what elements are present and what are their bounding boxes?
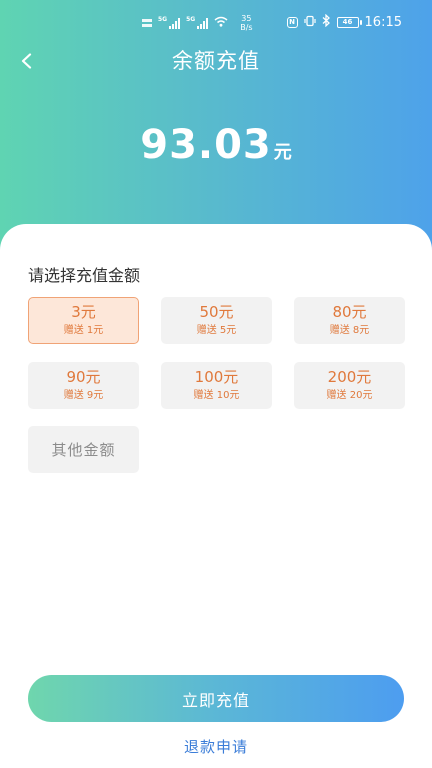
bonus-prefix: 赠送 bbox=[63, 325, 84, 336]
option-amount: 80元 bbox=[332, 303, 367, 321]
recharge-option-80[interactable]: 80元 赠送 8元 bbox=[294, 297, 405, 344]
status-time: 16:15 bbox=[364, 15, 402, 30]
recharge-card: 请选择充值金额 3元 赠送 1元 50元 赠送 5元 80元 赠送 8元 90元… bbox=[0, 224, 432, 768]
balance-unit: 元 bbox=[273, 142, 292, 163]
nfc-icon: N bbox=[286, 17, 298, 28]
sim1-tag: 5G bbox=[158, 16, 168, 23]
other-amount-label: 其他金额 bbox=[51, 441, 116, 459]
recharge-option-100[interactable]: 100元 赠送 10元 bbox=[161, 362, 272, 409]
bonus-value: 20元 bbox=[349, 390, 373, 401]
recharge-option-90[interactable]: 90元 赠送 9元 bbox=[28, 362, 139, 409]
bonus-value: 10元 bbox=[216, 390, 240, 401]
option-bonus: 赠送 8元 bbox=[330, 323, 370, 338]
option-amount: 200元 bbox=[327, 368, 372, 386]
refund-request-link[interactable]: 退款申请 bbox=[0, 736, 432, 757]
bonus-value: 9元 bbox=[86, 390, 104, 401]
balance-amount: 93.03 bbox=[140, 122, 272, 168]
option-bonus: 赠送 1元 bbox=[64, 323, 104, 338]
recharge-now-button[interactable]: 立即充值 bbox=[28, 675, 404, 722]
net-speed-value: 35 bbox=[241, 14, 252, 23]
recharge-option-3[interactable]: 3元 赠送 1元 bbox=[28, 297, 139, 344]
bonus-prefix: 赠送 bbox=[193, 390, 214, 401]
bonus-value: 8元 bbox=[352, 325, 370, 336]
recharge-option-200[interactable]: 200元 赠送 20元 bbox=[294, 362, 405, 409]
option-amount: 50元 bbox=[199, 303, 234, 321]
bluetooth-icon bbox=[322, 13, 331, 31]
bonus-prefix: 赠送 bbox=[196, 325, 217, 336]
chevron-left-icon bbox=[21, 53, 32, 69]
wifi-icon bbox=[214, 16, 228, 31]
section-title: 请选择充值金额 bbox=[28, 266, 141, 285]
hd-indicator-icon bbox=[142, 19, 152, 27]
option-amount: 3元 bbox=[71, 303, 96, 321]
bonus-prefix: 赠送 bbox=[326, 390, 347, 401]
option-amount: 100元 bbox=[194, 368, 239, 386]
bonus-prefix: 赠送 bbox=[329, 325, 350, 336]
battery-icon: 46 bbox=[336, 17, 362, 28]
net-speed-unit: B/s bbox=[240, 23, 253, 32]
bonus-value: 5元 bbox=[219, 325, 237, 336]
option-bonus: 赠送 5元 bbox=[197, 323, 237, 338]
signal-sim2-icon: 5G bbox=[186, 16, 209, 29]
recharge-option-50[interactable]: 50元 赠送 5元 bbox=[161, 297, 272, 344]
bonus-prefix: 赠送 bbox=[63, 390, 84, 401]
option-bonus: 赠送 20元 bbox=[327, 388, 373, 403]
option-amount: 90元 bbox=[66, 368, 101, 386]
status-bar: 5G 5G 35 B/s N 46 16:15 bbox=[0, 0, 432, 46]
sim2-tag: 5G bbox=[186, 16, 196, 23]
vibrate-icon bbox=[303, 15, 316, 31]
net-speed: 35 B/s bbox=[240, 14, 252, 32]
balance-display: 93.03 元 bbox=[0, 122, 432, 168]
page-title: 余额充值 bbox=[172, 49, 260, 73]
signal-sim1-icon: 5G bbox=[158, 16, 181, 29]
other-amount-button[interactable]: 其他金额 bbox=[28, 426, 139, 473]
back-button[interactable] bbox=[12, 46, 42, 76]
option-bonus: 赠送 10元 bbox=[194, 388, 240, 403]
recharge-screen: 5G 5G 35 B/s N 46 16:15 余额充值 93.03 元 请选择… bbox=[0, 0, 432, 768]
option-bonus: 赠送 9元 bbox=[64, 388, 104, 403]
bonus-value: 1元 bbox=[86, 325, 104, 336]
